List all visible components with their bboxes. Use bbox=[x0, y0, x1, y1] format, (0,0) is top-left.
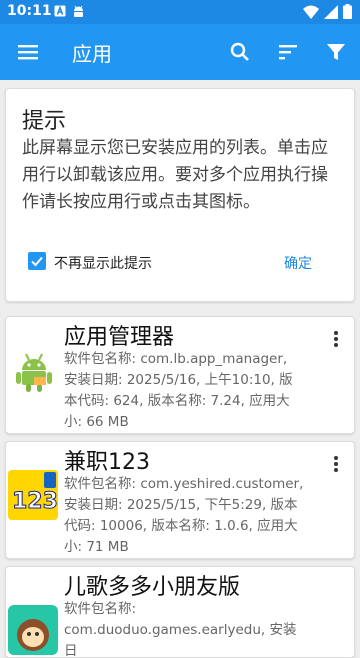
app-list-item[interactable]: 应用管理器 软件包名称: com.lb.app_manager, 安装日期: 2… bbox=[5, 316, 355, 434]
search-icon[interactable] bbox=[226, 38, 254, 66]
tip-body: 此屏幕显示您已安装应用的列表。单击应用行以卸载该应用。要对多个应用执行操作请长按… bbox=[22, 138, 328, 212]
app-list-item[interactable]: 儿歌多多小朋友版 软件包名称: com.duoduo.games.earlyed… bbox=[5, 566, 355, 658]
app-info: 软件包名称: com.lb.app_manager, 安装日期: 2025/5/… bbox=[64, 351, 293, 430]
app-list-item[interactable]: 123 兼职123 软件包名称: com.yeshired.customer, … bbox=[5, 441, 355, 559]
app-name: 儿歌多多小朋友版 bbox=[64, 575, 241, 600]
app-info: 软件包名称: com.duoduo.games.earlyedu, 安装日 bbox=[64, 601, 297, 658]
checkbox-checked-icon[interactable] bbox=[28, 252, 46, 270]
jianzhi123-icon[interactable]: 123 bbox=[8, 470, 58, 520]
status-time: 10:11 bbox=[7, 3, 52, 19]
android-robot-icon[interactable] bbox=[12, 350, 56, 394]
tip-title: 提示 bbox=[22, 109, 67, 134]
app-info: 软件包名称: com.yeshired.customer, 安装日期: 2025… bbox=[64, 476, 304, 555]
a-box-icon bbox=[54, 5, 66, 17]
wifi-icon bbox=[303, 5, 319, 19]
app-name: 应用管理器 bbox=[64, 325, 175, 350]
sort-icon[interactable] bbox=[274, 38, 302, 66]
svg-text:123: 123 bbox=[12, 489, 58, 514]
more-vert-icon[interactable] bbox=[332, 329, 340, 349]
app-bar: 应用 bbox=[0, 24, 360, 80]
tip-card: 提示 此屏幕显示您已安装应用的列表。单击应用行以卸载该应用。要对多个应用执行操作… bbox=[5, 88, 355, 302]
page-title: 应用 bbox=[72, 42, 112, 66]
menu-icon[interactable] bbox=[14, 38, 42, 66]
dont-show-again-label[interactable]: 不再显示此提示 bbox=[54, 253, 152, 273]
monkey-icon[interactable] bbox=[8, 605, 58, 655]
filter-icon[interactable] bbox=[322, 38, 350, 66]
android-icon bbox=[74, 5, 83, 17]
status-bar: 10:11 bbox=[0, 0, 360, 24]
signal-icon bbox=[324, 4, 338, 19]
app-name: 兼职123 bbox=[64, 450, 150, 475]
more-vert-icon[interactable] bbox=[332, 454, 340, 474]
ok-button[interactable]: 确定 bbox=[284, 253, 312, 273]
battery-icon bbox=[343, 4, 352, 19]
